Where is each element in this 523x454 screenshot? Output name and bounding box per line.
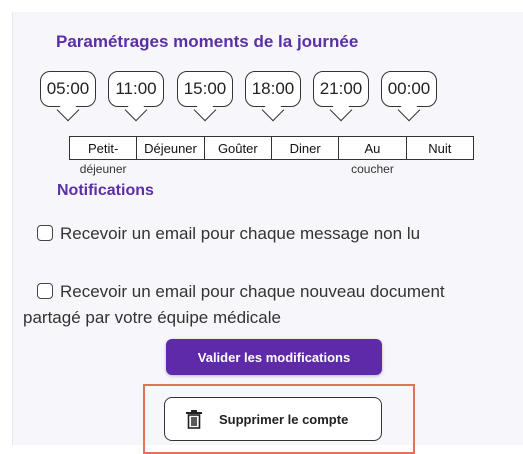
period-cell: Nuit	[405, 137, 473, 159]
email-document-option[interactable]: Recevoir un email pour chaque nouveau do…	[23, 279, 497, 331]
submit-button[interactable]: Valider les modifications	[166, 339, 382, 375]
email-unread-option[interactable]: Recevoir un email pour chaque message no…	[37, 221, 420, 247]
period-cell: Déjeuner	[136, 137, 203, 159]
time-bubble-2[interactable]: 11:00	[108, 71, 164, 107]
period-label: Déjeuner	[144, 141, 197, 156]
period-label: Nuit	[428, 141, 452, 156]
period-cell: Au coucher	[338, 137, 405, 176]
period-label: Goûter	[217, 141, 258, 156]
email-document-checkbox[interactable]	[37, 283, 53, 299]
period-sublabel: déjeuner	[79, 162, 127, 176]
email-document-label-line2: partagé par votre équipe médicale	[23, 308, 281, 327]
period-label: Petit-	[87, 141, 119, 156]
period-cell: Goûter	[203, 137, 271, 159]
time-bubble-3[interactable]: 15:00	[177, 71, 233, 107]
email-unread-label: Recevoir un email pour chaque message no…	[60, 224, 421, 243]
period-label: Diner	[289, 141, 321, 156]
time-bubble-4[interactable]: 18:00	[245, 71, 301, 107]
trash-icon	[186, 410, 202, 429]
email-document-label-line1: Recevoir un email pour chaque nouveau do…	[60, 282, 445, 301]
delete-account-button[interactable]: Supprimer le compte	[164, 397, 382, 441]
notifications-title: Notifications	[57, 182, 154, 199]
delete-account-label: Supprimer le compte	[219, 411, 349, 427]
period-cell: Petit- déjeuner	[70, 137, 136, 176]
period-cell: Diner	[270, 137, 338, 159]
time-bubble-1[interactable]: 05:00	[40, 71, 96, 107]
time-bubble-5[interactable]: 21:00	[313, 71, 369, 107]
email-unread-checkbox[interactable]	[37, 225, 53, 241]
time-bubble-6[interactable]: 00:00	[381, 71, 437, 107]
period-sublabel: coucher	[351, 162, 394, 176]
moments-title: Paramétrages moments de la journée	[56, 32, 359, 51]
period-timeline: Petit- déjeuner Déjeuner Goûter Diner Au…	[69, 136, 474, 176]
period-label: Au	[364, 141, 381, 156]
